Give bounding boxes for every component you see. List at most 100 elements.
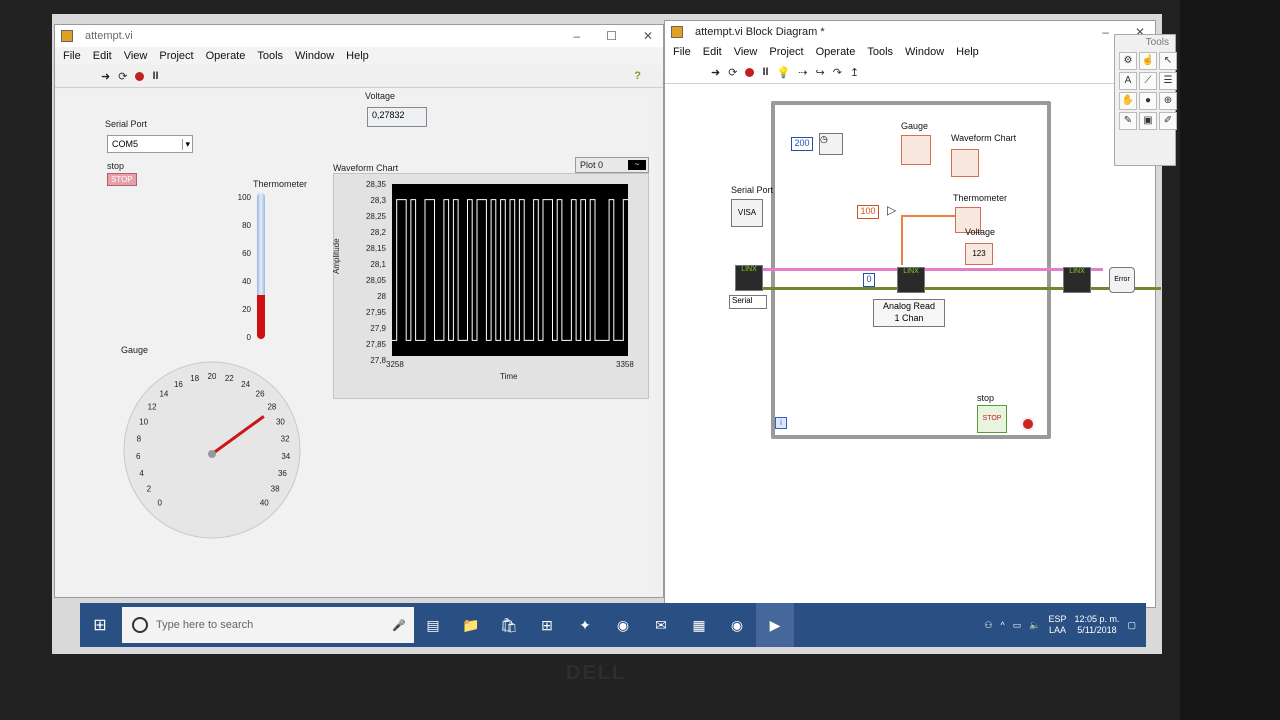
thermometer-tick: 0 [246,333,251,342]
notes-icon[interactable]: ▦ [680,603,718,647]
fp-menu-file[interactable]: File [63,50,81,62]
windows-start-icon[interactable]: ⊞ [80,603,120,647]
bd-menu-edit[interactable]: Edit [703,46,722,58]
error-handler-node[interactable]: Error [1109,267,1135,293]
wait-constant[interactable]: 200 [791,137,813,151]
analog-read-selector[interactable]: Analog Read 1 Chan [873,299,945,327]
shortcut-tool-icon[interactable]: ☰ [1159,72,1177,90]
multiply-icon[interactable]: ▷ [887,203,896,217]
stop-button[interactable]: STOP [107,173,137,186]
fp-menu-help[interactable]: Help [346,50,369,62]
people-icon[interactable]: ⚇ [984,620,992,631]
data-wire-branch [901,215,961,217]
run-icon[interactable]: ➜ [101,70,110,83]
step-over-icon[interactable]: ↷ [833,66,842,79]
store-icon[interactable]: 🛍 [490,603,528,647]
run-icon[interactable]: ➜ [711,66,720,79]
linx-close-node[interactable]: LINX [1063,267,1091,293]
scroll-tool-icon[interactable]: ✋ [1119,92,1137,110]
app-icon[interactable]: ✦ [566,603,604,647]
serial-port-terminal[interactable]: VISA [731,199,763,227]
wire-tool-icon[interactable]: ⟋ [1139,72,1157,90]
bd-menu-tools[interactable]: Tools [867,46,893,58]
run-continuously-icon[interactable]: ⟳ [728,66,737,79]
bd-menu-operate[interactable]: Operate [816,46,856,58]
windows-app-icon[interactable]: ⊞ [528,603,566,647]
coloring-tool-icon[interactable]: ▣ [1139,112,1157,130]
fp-menu-tools[interactable]: Tools [257,50,283,62]
notifications-icon[interactable]: ▢ [1127,620,1136,631]
loop-condition-terminal[interactable] [1021,417,1035,431]
bd-menu-help[interactable]: Help [956,46,979,58]
voltage-terminal[interactable]: 123 [965,243,993,265]
chevron-up-icon[interactable]: ^ [1000,620,1004,630]
fp-menu-project[interactable]: Project [159,50,193,62]
fp-menu-operate[interactable]: Operate [206,50,246,62]
gauge-tick: 22 [225,374,234,383]
pause-icon[interactable]: II [152,70,158,82]
clock[interactable]: 12:05 p. m. 5/11/2018 [1074,614,1119,636]
waveform-chart-terminal[interactable] [951,149,979,177]
file-explorer-icon[interactable]: 📁 [452,603,490,647]
error-wire [761,287,1161,290]
operate-tool-icon[interactable]: ☝ [1139,52,1157,70]
help-icon[interactable]: ? [634,70,641,82]
linx-analog-read-node[interactable]: LINX [897,267,925,293]
wait-ms-icon[interactable]: ◷ [819,133,843,155]
fp-menu-window[interactable]: Window [295,50,334,62]
labview-taskbar-icon[interactable]: ▶ [756,603,794,647]
chart-y-tick: 28 [377,292,386,301]
pause-icon[interactable]: II [762,66,768,78]
thermometer-fill [257,295,265,339]
chrome-icon[interactable]: ◉ [604,603,642,647]
battery-icon[interactable]: ▭ [1013,620,1022,631]
chevron-down-icon[interactable]: ▾ [182,138,190,150]
fp-menu-view[interactable]: View [124,50,148,62]
bd-menu-window[interactable]: Window [905,46,944,58]
fp-menu-edit[interactable]: Edit [93,50,112,62]
chart-y-tick: 28,2 [370,228,386,237]
gauge-terminal[interactable] [901,135,931,165]
abort-icon[interactable] [745,67,755,77]
abort-icon[interactable] [135,71,145,81]
serial-port-control[interactable]: COM5 ▾ [107,135,193,153]
chrome-profile-icon[interactable]: ◉ [718,603,756,647]
minimize-icon[interactable]: – [573,29,580,43]
breakpoint-tool-icon[interactable]: ● [1139,92,1157,110]
position-tool-icon[interactable]: ↖ [1159,52,1177,70]
gauge-tick: 10 [139,418,148,427]
step-into-icon[interactable]: ↪ [815,66,824,79]
stop-terminal[interactable]: STOP [977,405,1007,433]
channel-constant[interactable]: 0 [863,273,875,287]
thermometer-tick: 20 [242,305,251,314]
language-indicator[interactable]: ESP LAA [1048,614,1066,636]
minimize-icon[interactable]: – [1102,25,1109,39]
maximize-icon[interactable]: ☐ [606,29,617,43]
microphone-icon[interactable]: 🎤 [392,619,406,632]
automatic-tool-icon[interactable]: ⚙ [1119,52,1137,70]
task-view-icon[interactable]: ▤ [414,603,452,647]
step-out-icon[interactable]: ↥ [850,66,859,79]
bd-menu-project[interactable]: Project [769,46,803,58]
system-tray: ⚇ ^ ▭ 🔈 ESP LAA 12:05 p. m. 5/11/2018 ▢ [984,614,1146,636]
probe-tool-icon[interactable]: ⊕ [1159,92,1177,110]
taskbar-search-box[interactable]: Type here to search 🎤 [122,607,414,643]
highlight-execution-icon[interactable]: 💡 [777,66,791,79]
color-copy-tool-icon[interactable]: ✎ [1119,112,1137,130]
plot-legend[interactable]: Plot 0 ~ [575,157,649,173]
waveform-chart-label: Waveform Chart [333,163,399,173]
mail-icon[interactable]: ✉ [642,603,680,647]
volume-icon[interactable]: 🔈 [1029,620,1040,631]
multiply-constant[interactable]: 100 [857,205,879,219]
retain-wire-values-icon[interactable]: ⇢ [798,66,807,79]
bd-menu-file[interactable]: File [673,46,691,58]
serial-ring[interactable]: Serial [729,295,767,309]
close-icon[interactable]: ✕ [643,29,653,43]
label-tool-icon[interactable]: A [1119,72,1137,90]
run-continuously-icon[interactable]: ⟳ [118,70,127,83]
gauge-tick: 8 [137,434,142,443]
linx-open-node[interactable]: LINX [735,265,763,291]
bd-menu-view[interactable]: View [734,46,758,58]
gauge-label: Gauge [121,345,149,355]
brush-tool-icon[interactable]: ✐ [1159,112,1177,130]
